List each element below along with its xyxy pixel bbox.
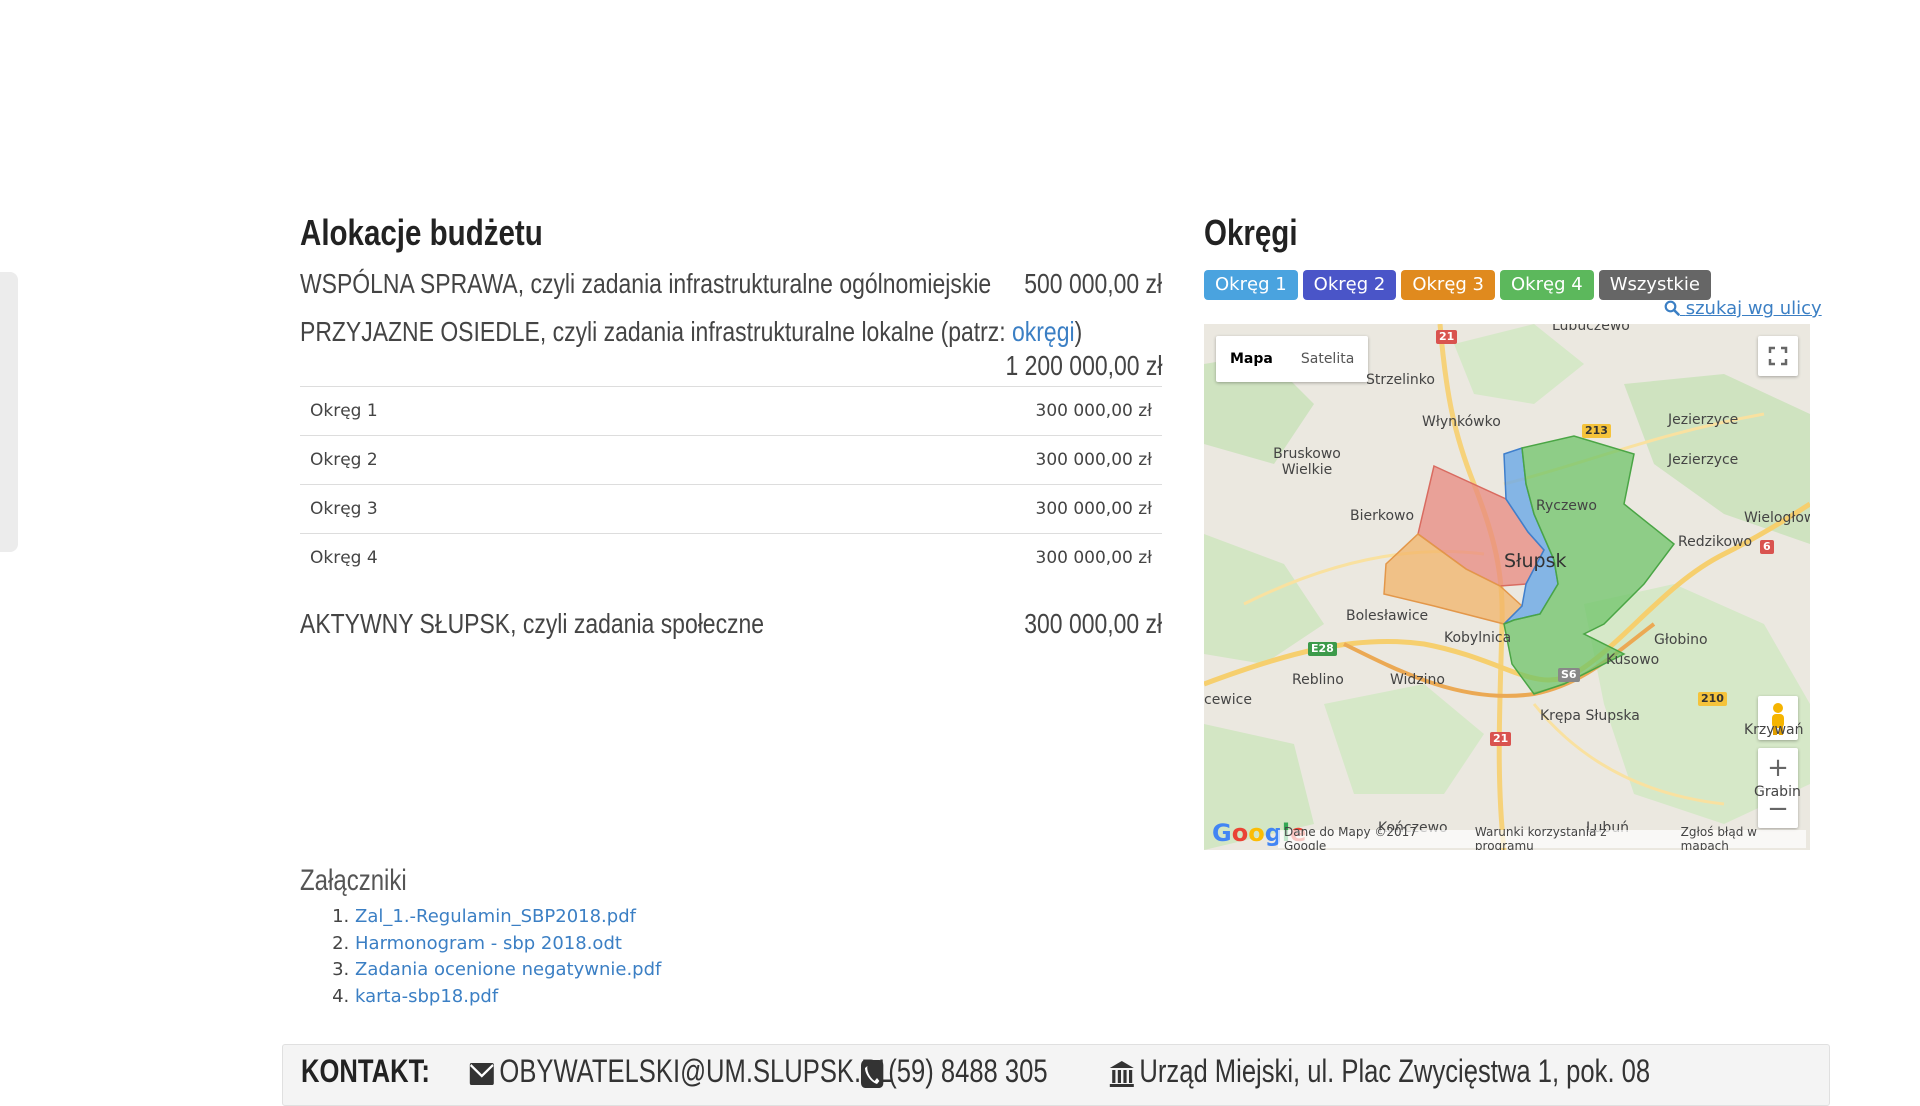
budget-row-label: WSPÓLNA SPRAWA, czyli zadania infrastruk… bbox=[300, 268, 992, 299]
search-icon bbox=[1664, 300, 1680, 316]
table-row: Okręg 1 300 000,00 zł bbox=[300, 386, 1162, 436]
map-place-label: cewice bbox=[1204, 692, 1252, 708]
district-filter-bar: Okręg 1 Okręg 2 Okręg 3 Okręg 4 Wszystki… bbox=[1204, 270, 1711, 300]
contact-address: Urząd Miejski, ul. Plac Zwycięstwa 1, po… bbox=[1109, 1053, 1650, 1090]
budget-row-local: PRZYJAZNE OSIEDLE, czyli zadania infrast… bbox=[300, 316, 1162, 392]
table-row: Okręg 2 300 000,00 zł bbox=[300, 435, 1162, 485]
map-report-error-link[interactable]: Zgłoś błąd w mapach bbox=[1681, 825, 1806, 850]
list-item: Harmonogram - sbp 2018.odt bbox=[355, 931, 661, 958]
building-icon bbox=[1109, 1060, 1134, 1087]
road-number-badge: E28 bbox=[1308, 642, 1337, 656]
map-place-label: Widzino bbox=[1390, 672, 1445, 688]
map-place-label: Bruskowo Wielkie bbox=[1273, 446, 1341, 478]
map-place-label: Kusowo bbox=[1606, 652, 1660, 668]
filter-district-1[interactable]: Okręg 1 bbox=[1204, 270, 1298, 300]
map-place-label: Głobino bbox=[1654, 632, 1708, 648]
map-place-label: Jezierzyce bbox=[1668, 452, 1739, 468]
filter-all[interactable]: Wszystkie bbox=[1598, 270, 1711, 300]
filter-district-2[interactable]: Okręg 2 bbox=[1302, 270, 1397, 300]
budget-row-amount: 300 000,00 zł bbox=[1024, 608, 1162, 639]
map-attribution-bar: Dane do Mapy ©2017 Google Warunki korzys… bbox=[1278, 825, 1806, 850]
list-item: karta-sbp18.pdf bbox=[355, 984, 661, 1011]
map-type-map-button[interactable]: Mapa bbox=[1216, 336, 1287, 382]
road-number-badge: 6 bbox=[1760, 540, 1774, 554]
map-place-label: Włynkówko bbox=[1422, 414, 1501, 430]
district-name: Okręg 4 bbox=[300, 533, 638, 582]
map-place-label: Wielogłow bbox=[1744, 510, 1810, 526]
district-name: Okręg 3 bbox=[300, 484, 638, 534]
filter-district-3[interactable]: Okręg 3 bbox=[1401, 270, 1496, 300]
contact-address-text: Urząd Miejski, ul. Plac Zwycięstwa 1, po… bbox=[1139, 1053, 1651, 1089]
budget-row-social: AKTYWNY SŁUPSK, czyli zadania społeczne … bbox=[300, 608, 1162, 648]
fullscreen-icon bbox=[1768, 346, 1788, 366]
district-amount: 300 000,00 zł bbox=[637, 533, 1162, 582]
contact-email[interactable]: OBYWATELSKI@UM.SLUPSK.PL bbox=[469, 1053, 892, 1090]
side-feedback-tab[interactable] bbox=[0, 272, 18, 552]
map-place-label: Krępa Słupska bbox=[1540, 708, 1640, 724]
map-canvas bbox=[1204, 324, 1810, 850]
road-number-badge: 213 bbox=[1582, 424, 1611, 438]
road-number-badge: 21 bbox=[1436, 330, 1458, 344]
budget-heading: Alokacje budżetu bbox=[300, 212, 543, 253]
district-amount: 300 000,00 zł bbox=[637, 484, 1162, 534]
attachment-link[interactable]: Zal_1.-Regulamin_SBP2018.pdf bbox=[355, 906, 636, 927]
budget-row-label: AKTYWNY SŁUPSK, czyli zadania społeczne bbox=[300, 608, 765, 639]
map-place-label: Redzikowo bbox=[1678, 534, 1753, 550]
districts-table: Okręg 1 300 000,00 zł Okręg 2 300 000,00… bbox=[300, 386, 1162, 582]
district-amount: 300 000,00 zł bbox=[637, 435, 1162, 485]
budget-row-label: PRZYJAZNE OSIEDLE, czyli zadania infrast… bbox=[300, 316, 1082, 348]
zoom-in-button[interactable]: + bbox=[1758, 748, 1798, 788]
district-amount: 300 000,00 zł bbox=[637, 386, 1162, 436]
district-name: Okręg 1 bbox=[300, 386, 638, 436]
attachments-list: Zal_1.-Regulamin_SBP2018.pdf Harmonogram… bbox=[333, 904, 661, 1010]
map-place-label: Bierkowo bbox=[1350, 508, 1415, 524]
budget-row-amount: 1 200 000,00 zł bbox=[1004, 350, 1162, 381]
map-city-label: Słupsk bbox=[1504, 550, 1567, 572]
filter-district-4[interactable]: Okręg 4 bbox=[1500, 270, 1594, 300]
contact-email-text: OBYWATELSKI@UM.SLUPSK.PL bbox=[499, 1053, 893, 1089]
map-data-attribution: Dane do Mapy ©2017 Google bbox=[1284, 825, 1417, 850]
map-place-label: Grabin bbox=[1754, 784, 1801, 800]
budget-row-amount: 500 000,00 zł bbox=[1024, 268, 1162, 299]
budget-row-common: WSPÓLNA SPRAWA, czyli zadania infrastruk… bbox=[300, 268, 1162, 308]
district-name: Okręg 2 bbox=[300, 435, 638, 485]
map-place-label: Jezierzyce bbox=[1668, 412, 1739, 428]
map-place-label: Bolesławice bbox=[1346, 608, 1429, 624]
road-number-badge: S6 bbox=[1558, 668, 1580, 682]
fullscreen-button[interactable] bbox=[1758, 336, 1798, 376]
budget-row-label-text: PRZYJAZNE OSIEDLE, czyli zadania infrast… bbox=[300, 316, 1013, 347]
contact-title: KONTAKT: bbox=[301, 1053, 430, 1089]
districts-link[interactable]: okręgi bbox=[1012, 316, 1075, 347]
road-number-badge: 21 bbox=[1490, 732, 1512, 746]
map-place-label: Reblino bbox=[1292, 672, 1344, 688]
list-item: Zadania ocenione negatywnie.pdf bbox=[355, 957, 661, 984]
districts-heading: Okręgi bbox=[1204, 212, 1298, 253]
road-number-badge: 210 bbox=[1698, 692, 1727, 706]
table-row: Okręg 4 300 000,00 zł bbox=[300, 533, 1162, 582]
street-search-link[interactable]: szukaj wg ulicy bbox=[1664, 298, 1822, 319]
attachment-link[interactable]: Zadania ocenione negatywnie.pdf bbox=[355, 959, 661, 980]
map-place-label: Kobylnica bbox=[1444, 630, 1512, 646]
budget-row-label-end: ) bbox=[1074, 316, 1083, 347]
envelope-icon bbox=[469, 1062, 494, 1085]
attachments-heading: Załączniki bbox=[300, 864, 407, 897]
map-place-label: Lubuczewo bbox=[1552, 324, 1630, 334]
street-search-label: szukaj wg ulicy bbox=[1685, 298, 1822, 319]
map-type-control: Mapa Satelita bbox=[1216, 336, 1369, 382]
map-place-label: Ryczewo bbox=[1536, 498, 1597, 514]
list-item: Zal_1.-Regulamin_SBP2018.pdf bbox=[355, 904, 661, 931]
attachment-link[interactable]: Harmonogram - sbp 2018.odt bbox=[355, 933, 622, 954]
map-place-label: Krzywań bbox=[1744, 722, 1804, 738]
contact-phone[interactable]: (59) 8488 305 bbox=[861, 1053, 1048, 1090]
map-terms-link[interactable]: Warunki korzystania z programu bbox=[1475, 825, 1665, 850]
map-place-label: Strzelinko bbox=[1366, 372, 1435, 388]
contact-phone-text: (59) 8488 305 bbox=[888, 1053, 1048, 1089]
attachment-link[interactable]: karta-sbp18.pdf bbox=[355, 986, 498, 1007]
contact-bar: KONTAKT: OBYWATELSKI@UM.SLUPSK.PL (59) 8… bbox=[282, 1044, 1830, 1106]
table-row: Okręg 3 300 000,00 zł bbox=[300, 484, 1162, 534]
phone-icon bbox=[861, 1059, 884, 1088]
map-type-satellite-button[interactable]: Satelita bbox=[1287, 336, 1368, 382]
districts-map[interactable]: Mapa Satelita + − Lubuczewo Strzelinko W… bbox=[1204, 324, 1810, 850]
